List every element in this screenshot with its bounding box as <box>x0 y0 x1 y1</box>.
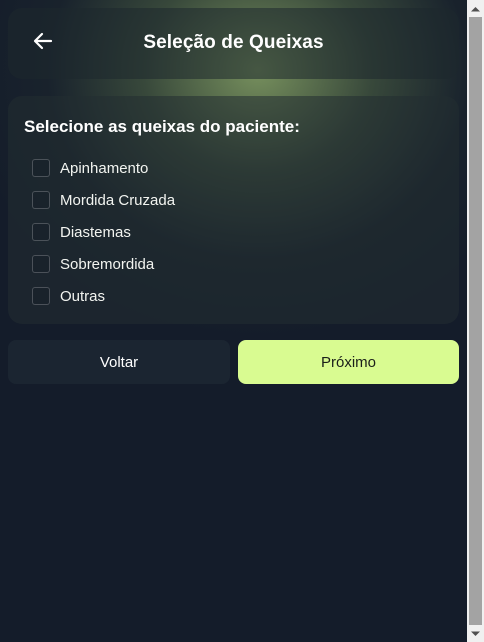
checkbox[interactable] <box>32 159 50 177</box>
scroll-down-icon[interactable] <box>467 625 484 642</box>
complaints-list: Apinhamento Mordida Cruzada Diastemas So… <box>32 158 175 318</box>
page: Seleção de Queixas Selecione as queixas … <box>0 0 467 642</box>
checkbox[interactable] <box>32 255 50 273</box>
option-apinhamento[interactable]: Apinhamento <box>32 158 175 178</box>
checkbox[interactable] <box>32 223 50 241</box>
option-outras[interactable]: Outras <box>32 286 175 306</box>
back-button[interactable]: Voltar <box>8 340 230 384</box>
next-button[interactable]: Próximo <box>238 340 459 384</box>
scrollbar-thumb[interactable] <box>469 17 482 625</box>
scroll-up-icon[interactable] <box>467 0 484 17</box>
option-label: Diastemas <box>60 223 131 241</box>
option-sobremordida[interactable]: Sobremordida <box>32 254 175 274</box>
checkbox[interactable] <box>32 191 50 209</box>
option-label: Apinhamento <box>60 159 149 177</box>
page-title: Seleção de Queixas <box>143 32 324 53</box>
header: Seleção de Queixas <box>8 8 459 79</box>
complaints-card: Selecione as queixas do paciente: Apinha… <box>8 96 459 324</box>
option-label: Outras <box>60 287 106 305</box>
option-label: Mordida Cruzada <box>60 191 176 209</box>
complaints-heading: Selecione as queixas do paciente: <box>24 117 300 136</box>
option-mordida-cruzada[interactable]: Mordida Cruzada <box>32 190 175 210</box>
option-diastemas[interactable]: Diastemas <box>32 222 175 242</box>
checkbox[interactable] <box>32 287 50 305</box>
option-label: Sobremordida <box>60 255 155 273</box>
scrollbar[interactable] <box>467 0 484 642</box>
